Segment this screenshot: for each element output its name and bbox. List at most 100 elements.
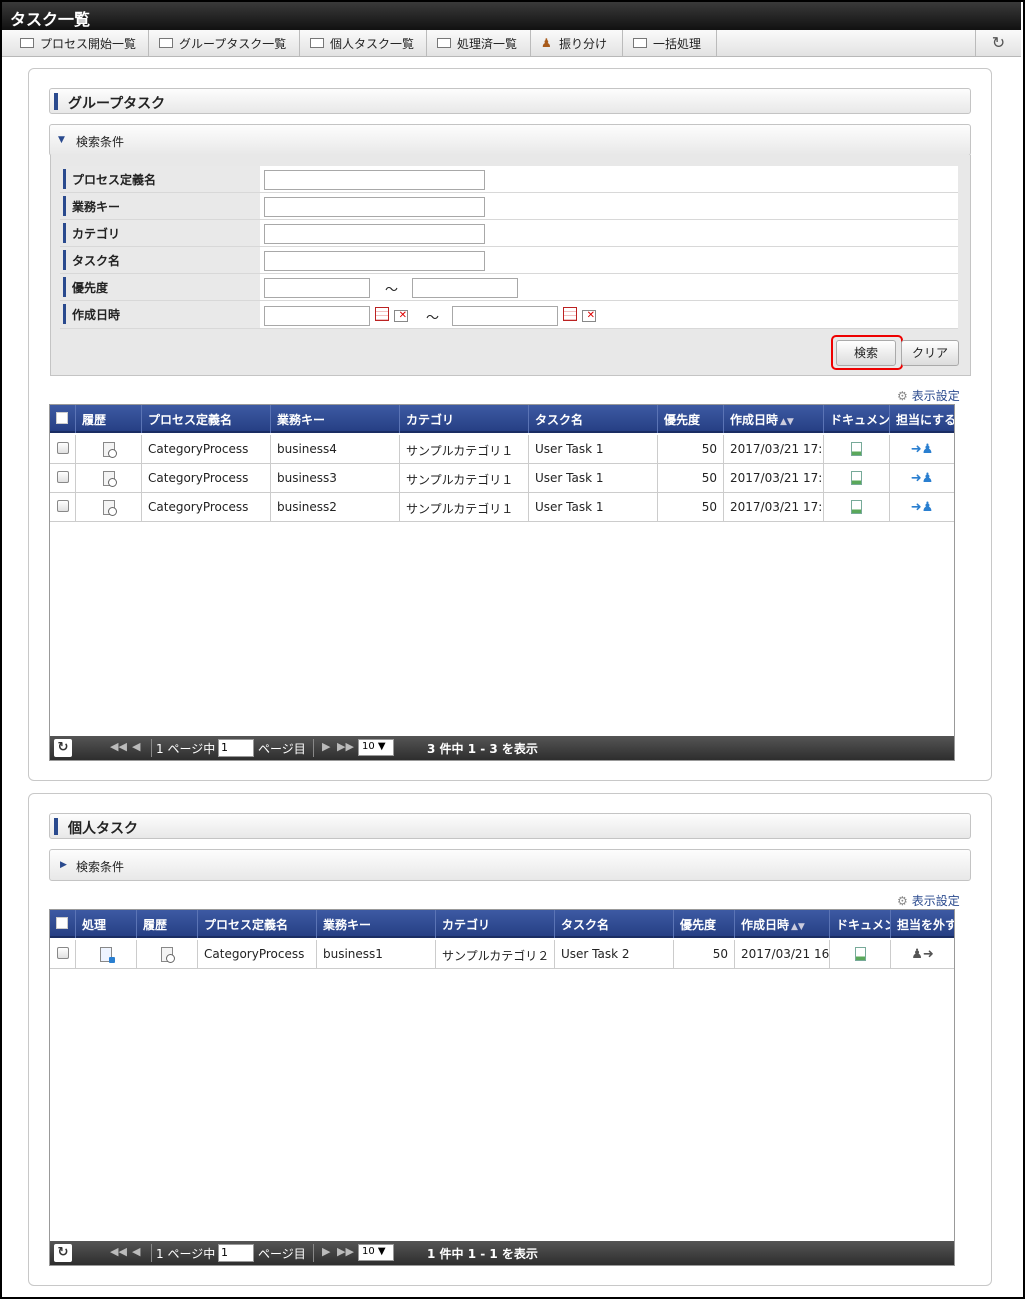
history-icon[interactable] (102, 500, 117, 516)
row-checkbox[interactable] (56, 471, 69, 483)
select-all-checkbox[interactable] (50, 910, 76, 938)
reload-icon[interactable]: ↻ (54, 1244, 72, 1262)
range-tilde: ～ (426, 311, 440, 326)
personal-display-settings[interactable]: ⚙ 表示設定 (897, 892, 960, 909)
col-task-name[interactable]: タスク名 (529, 405, 658, 433)
col-created[interactable]: 作成日時 ▲▼ (724, 405, 824, 433)
col-history[interactable]: 履歴 (137, 910, 198, 938)
toolbar-batch[interactable]: 一括処理 (623, 30, 717, 56)
row-checkbox[interactable] (56, 500, 69, 512)
col-process[interactable]: 処理 (76, 910, 137, 938)
refresh-icon[interactable]: ↻ (975, 30, 1021, 56)
unassign-icon[interactable]: ♟➜ (911, 947, 934, 962)
group-pager: ↻ ◀◀ ◀ 1 ページ中 1 ページ目 ▶ ▶▶ 10 ▼ 3 件中 1 - … (50, 736, 954, 760)
process-def-input[interactable] (264, 170, 485, 190)
col-priority[interactable]: 優先度 (674, 910, 735, 938)
prev-page-icon[interactable]: ◀ (132, 1245, 140, 1258)
last-page-icon[interactable]: ▶▶ (337, 740, 354, 753)
document-icon[interactable] (851, 442, 862, 456)
assign-to-me-icon[interactable]: ➜♟ (911, 471, 934, 486)
cell-task-name: User Task 2 (555, 940, 674, 969)
triangle-down-icon: ▼ (58, 135, 65, 145)
toolbar-processed-list[interactable]: 処理済一覧 (427, 30, 531, 56)
clear-date-icon[interactable]: ✕ (582, 310, 596, 322)
next-page-icon[interactable]: ▶ (322, 1245, 330, 1258)
personal-search-toggle[interactable]: ▶ 検索条件 (49, 849, 971, 881)
col-created[interactable]: 作成日時 ▲▼ (735, 910, 830, 938)
last-page-icon[interactable]: ▶▶ (337, 1245, 354, 1258)
list-icon (310, 38, 324, 48)
col-process-def[interactable]: プロセス定義名 (198, 910, 317, 938)
first-page-icon[interactable]: ◀◀ (110, 1245, 127, 1258)
cell-category: サンプルカテゴリ１ (400, 435, 529, 464)
toolbar-group-task-list[interactable]: グループタスク一覧 (149, 30, 300, 56)
label-process-def: プロセス定義名 (60, 166, 260, 192)
created-to-input[interactable] (452, 306, 558, 326)
page-number-input[interactable]: 1 (218, 739, 254, 757)
first-page-icon[interactable]: ◀◀ (110, 740, 127, 753)
document-icon[interactable] (851, 500, 862, 514)
next-page-icon[interactable]: ▶ (322, 740, 330, 753)
assign-to-me-icon[interactable]: ➜♟ (911, 500, 934, 515)
priority-from-input[interactable] (264, 278, 370, 298)
col-business-key[interactable]: 業務キー (317, 910, 436, 938)
reload-icon[interactable]: ↻ (54, 739, 72, 757)
toolbar-assign[interactable]: ♟ 振り分け (531, 30, 623, 56)
row-checkbox[interactable] (56, 442, 69, 454)
col-document[interactable]: ドキュメント (824, 405, 890, 433)
process-icon[interactable] (100, 947, 115, 963)
calendar-icon[interactable] (375, 307, 389, 321)
priority-to-input[interactable] (412, 278, 518, 298)
table-row[interactable]: CategoryProcess business3 サンプルカテゴリ１ User… (50, 464, 954, 493)
group-task-title: グループタスク (49, 88, 971, 114)
category-input[interactable] (264, 224, 485, 244)
col-category[interactable]: カテゴリ (436, 910, 555, 938)
history-icon[interactable] (102, 471, 117, 487)
range-tilde: ～ (385, 283, 399, 298)
group-search-toggle[interactable]: ▼ 検索条件 (49, 124, 971, 156)
col-process-def[interactable]: プロセス定義名 (142, 405, 271, 433)
task-name-input[interactable] (264, 251, 485, 271)
col-category[interactable]: カテゴリ (400, 405, 529, 433)
gear-icon: ⚙ (897, 894, 908, 908)
toolbar-personal-task-list[interactable]: 個人タスク一覧 (300, 30, 427, 56)
toolbar-process-start-list[interactable]: プロセス開始一覧 (10, 30, 149, 56)
calendar-icon[interactable] (563, 307, 577, 321)
clear-button[interactable]: クリア (901, 340, 959, 366)
document-icon[interactable] (854, 947, 866, 961)
window-title: タスク一覧 (2, 2, 1021, 30)
business-key-input[interactable] (264, 197, 485, 217)
col-document[interactable]: ドキュメント (830, 910, 891, 938)
created-from-input[interactable] (264, 306, 370, 326)
col-task-name[interactable]: タスク名 (555, 910, 674, 938)
label-priority: 優先度 (60, 274, 260, 300)
col-priority[interactable]: 優先度 (658, 405, 724, 433)
group-task-grid: 履歴 プロセス定義名 業務キー カテゴリ タスク名 優先度 作成日時 ▲▼ ドキュ… (49, 404, 955, 761)
cell-created: 2017/03/21 17:00 (724, 464, 824, 493)
form-row-task-name: タスク名 (60, 247, 958, 274)
page-prefix: 1 ページ中 (156, 1247, 216, 1261)
row-checkbox[interactable] (56, 947, 69, 959)
clear-date-icon[interactable]: ✕ (394, 310, 408, 322)
history-icon[interactable] (102, 442, 117, 458)
group-display-settings[interactable]: ⚙ 表示設定 (897, 387, 960, 404)
assign-to-me-icon[interactable]: ➜♟ (911, 442, 934, 457)
per-page-select[interactable]: 10 ▼ (358, 1244, 394, 1261)
col-assign[interactable]: 担当にする (890, 405, 954, 433)
document-icon[interactable] (851, 471, 862, 485)
select-all-checkbox[interactable] (50, 405, 76, 433)
search-button[interactable]: 検索 (836, 340, 896, 366)
prev-page-icon[interactable]: ◀ (132, 740, 140, 753)
table-row[interactable]: CategoryProcess business1 サンプルカテゴリ２ User… (50, 940, 954, 969)
history-icon[interactable] (161, 947, 175, 963)
table-row[interactable]: CategoryProcess business4 サンプルカテゴリ１ User… (50, 435, 954, 464)
col-business-key[interactable]: 業務キー (271, 405, 400, 433)
page-prefix: 1 ページ中 (156, 742, 216, 756)
col-history[interactable]: 履歴 (76, 405, 142, 433)
table-row[interactable]: CategoryProcess business2 サンプルカテゴリ１ User… (50, 493, 954, 522)
per-page-select[interactable]: 10 ▼ (358, 739, 394, 756)
col-unassign[interactable]: 担当を外す (891, 910, 954, 938)
cell-process-def: CategoryProcess (142, 464, 271, 493)
page-number-input[interactable]: 1 (218, 1244, 254, 1262)
toolbar: プロセス開始一覧 グループタスク一覧 個人タスク一覧 処理済一覧 ♟ 振り分け 一… (2, 30, 1021, 57)
